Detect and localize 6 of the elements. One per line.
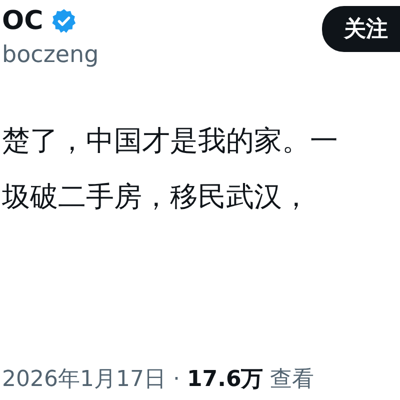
- post-text: 圾破二手房，移民武汉，: [2, 179, 311, 215]
- author-handle[interactable]: boczeng: [2, 42, 99, 68]
- post-meta: 2026年1月17日 · 17.6万 查看: [2, 366, 316, 394]
- follow-button[interactable]: 关注: [322, 6, 400, 52]
- author-name[interactable]: OC: [2, 6, 44, 36]
- post-text: 楚了，中国才是我的家。一: [2, 123, 339, 159]
